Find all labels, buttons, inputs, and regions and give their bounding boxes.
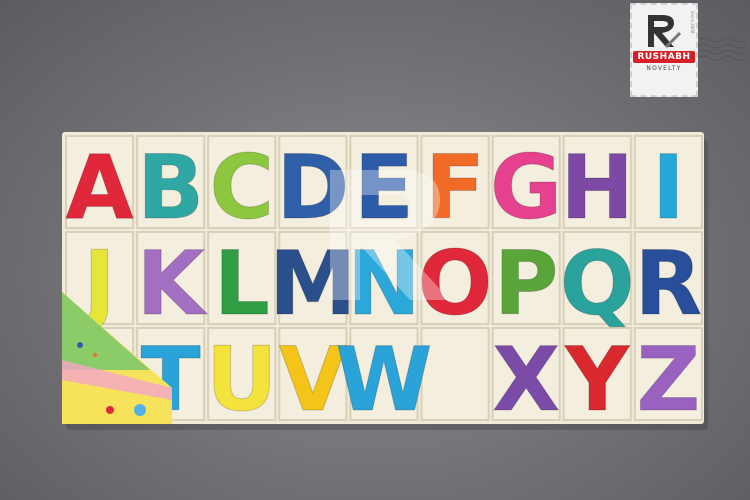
letter-piece-l: L [214,232,270,335]
letter-piece-c: C [209,136,274,239]
letter-piece-h: H [560,136,634,239]
letter-piece-i: I [652,136,685,239]
letter-piece-u: U [206,328,277,431]
letter-piece-x: X [492,328,560,431]
brand-r-logo-icon [648,15,682,49]
letter-piece-z: Z [636,328,700,431]
postmark-wave-icon [698,37,747,61]
letter-piece-r: R [634,232,702,335]
letter-piece-w: W [335,328,432,431]
letter-piece-b: B [137,136,204,239]
letter-piece-y: Y [564,328,630,431]
brand-subtitle: NOVELTY [646,65,682,72]
package-mascot-icon [134,404,146,416]
letter-piece-q: Q [560,232,635,335]
brand-stamp-logo: RUSHABH NOVELTY Since 2008 [630,3,698,97]
brand-side-text: Since 2008 [690,11,695,34]
letter-piece-a: A [65,136,133,239]
letter-piece-p: P [494,232,559,335]
brand-name: RUSHABH [633,51,695,63]
letter-piece-k: K [137,232,208,335]
letter-piece-g: G [490,136,562,239]
